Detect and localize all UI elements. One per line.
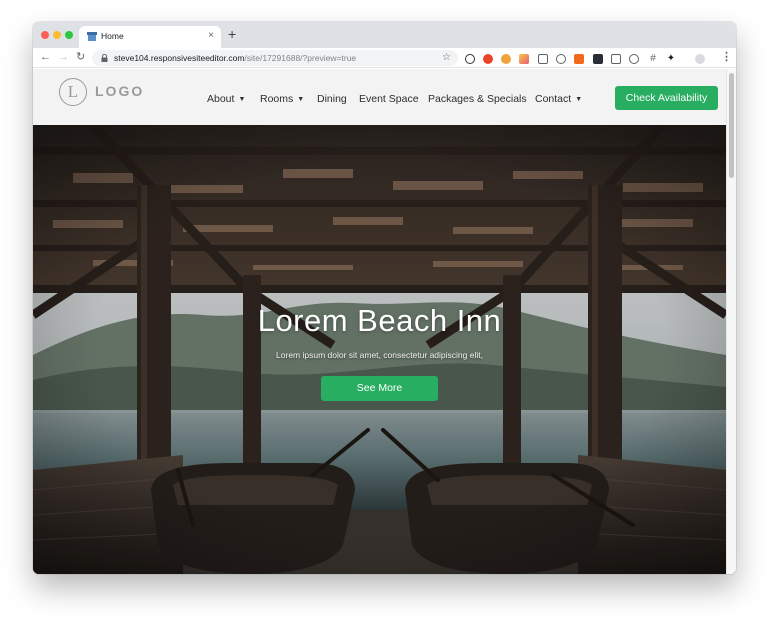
nav-item-dining[interactable]: Dining: [317, 93, 347, 105]
nav-item-label: Rooms: [260, 93, 294, 105]
logo-text[interactable]: LOGO: [95, 83, 144, 99]
logo-mark[interactable]: L: [59, 78, 87, 106]
extension-block-icon[interactable]: [556, 54, 566, 64]
bookmark-star-icon[interactable]: ☆: [442, 52, 451, 64]
hero-subtitle: Lorem ipsum dolor sit amet, consectetur …: [276, 350, 483, 360]
nav-item-label: Contact: [535, 93, 572, 105]
close-window-icon[interactable]: [41, 31, 49, 39]
hero-title: Lorem Beach Inn: [257, 303, 502, 338]
url-domain: steve104.responsivesiteeditor.com: [114, 53, 245, 63]
extension-camera-icon[interactable]: [538, 54, 548, 64]
minimize-window-icon[interactable]: [53, 31, 61, 39]
maximize-window-icon[interactable]: [65, 31, 73, 39]
extension-orange-icon[interactable]: [574, 54, 584, 64]
nav-item-event-space[interactable]: Event Space: [359, 93, 419, 105]
extension-cookie-icon[interactable]: [501, 54, 511, 64]
browser-toolbar: ← → ↻ steve104.responsivesiteeditor.com/…: [33, 48, 736, 68]
chevron-down-icon: ▼: [575, 96, 583, 103]
nav-item-label: About: [207, 93, 235, 105]
scrollbar-thumb[interactable]: [729, 73, 734, 178]
extension-dark-icon[interactable]: [593, 54, 603, 64]
extension-ublock-icon[interactable]: [483, 54, 493, 64]
extension-bird-icon[interactable]: ✦: [666, 54, 676, 64]
url-text: steve104.responsivesiteeditor.com/site/1…: [114, 52, 356, 64]
site-header: L LOGO About ▼ Rooms ▼ Dining Event Space …: [33, 69, 726, 125]
see-more-button[interactable]: See More: [321, 376, 438, 401]
nav-item-packages[interactable]: Packages & Specials: [428, 93, 527, 105]
new-tab-button[interactable]: +: [228, 25, 236, 43]
url-path: /site/17291688/?preview=true: [244, 53, 357, 63]
page-scrollbar[interactable]: [726, 69, 736, 574]
nav-item-about[interactable]: About ▼: [207, 93, 245, 105]
chevron-down-icon: ▼: [297, 96, 305, 103]
reload-icon[interactable]: ↻: [76, 51, 85, 64]
address-bar[interactable]: steve104.responsivesiteeditor.com/site/1…: [92, 50, 458, 66]
chevron-down-icon: ▼: [238, 96, 246, 103]
nav-item-contact[interactable]: Contact ▼: [535, 93, 582, 105]
extension-cap-icon[interactable]: [629, 54, 639, 64]
extension-frame-icon[interactable]: [611, 54, 621, 64]
extension-1password-icon[interactable]: [465, 54, 475, 64]
tab-close-icon[interactable]: ×: [208, 30, 214, 42]
profile-avatar-icon[interactable]: [695, 54, 705, 64]
hero-section: Lorem Beach Inn Lorem ipsum dolor sit am…: [33, 125, 726, 574]
nav-item-label: Packages & Specials: [428, 93, 527, 105]
browser-tab-home[interactable]: Home ×: [79, 26, 221, 48]
extension-hash-icon[interactable]: #: [648, 54, 658, 64]
nav-item-label: Dining: [317, 93, 347, 105]
check-availability-button[interactable]: Check Availability: [615, 86, 718, 110]
forward-arrow-icon[interactable]: →: [58, 51, 69, 64]
lock-icon: [101, 54, 108, 62]
tab-strip: Home × +: [33, 22, 736, 48]
back-arrow-icon[interactable]: ←: [40, 51, 51, 64]
extension-palette-icon[interactable]: [519, 54, 529, 64]
tab-title: Home: [101, 31, 124, 41]
browser-menu-icon[interactable]: ⋮: [721, 51, 732, 64]
browser-window: Home × + ← → ↻ steve104.responsivesiteed…: [33, 22, 736, 574]
site-favicon-icon: [87, 32, 97, 41]
nav-item-label: Event Space: [359, 93, 419, 105]
nav-item-rooms[interactable]: Rooms ▼: [260, 93, 304, 105]
